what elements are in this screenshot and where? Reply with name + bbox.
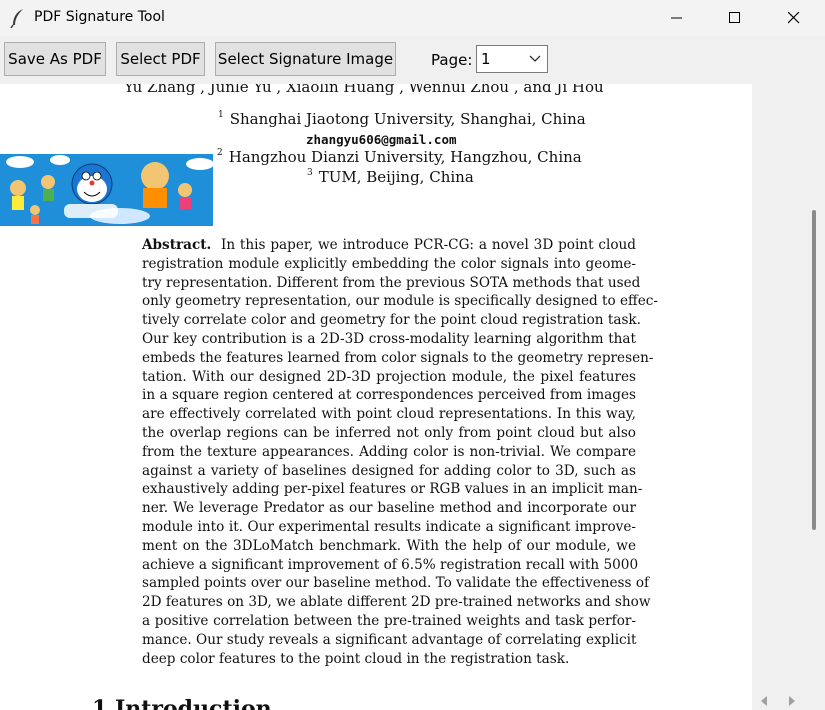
select-signature-image-button[interactable]: Select Signature Image bbox=[215, 42, 396, 76]
toolbar: Save As PDF Select PDF Select Signature … bbox=[0, 36, 825, 82]
abstract-line: ment on the 3DLoMatch benchmark. With th… bbox=[142, 537, 636, 554]
abstract-line: are effectively correlated with point cl… bbox=[142, 406, 636, 423]
abstract-line: deep color features to the point cloud i… bbox=[142, 650, 570, 667]
abstract-line: exhaustively adding per-pixel features o… bbox=[142, 481, 643, 498]
canvas-gutter bbox=[752, 84, 803, 710]
scroll-left-icon[interactable] bbox=[760, 696, 768, 706]
abstract-line: try representation. Different from the p… bbox=[142, 274, 641, 291]
abstract-line: tively correlate color and geometry for … bbox=[142, 312, 641, 329]
abstract-line: in a square region centered at correspon… bbox=[142, 387, 636, 404]
feather-app-icon bbox=[10, 9, 23, 28]
abstract-line: only geometry representation, our module… bbox=[142, 293, 658, 310]
author-email: zhangyu606@gmail.com bbox=[306, 132, 457, 147]
close-button[interactable] bbox=[765, 0, 823, 36]
affiliation-2-text: Hangzhou Dianzi University, Hangzhou, Ch… bbox=[228, 148, 582, 166]
section-heading-introduction: 1 Introduction bbox=[92, 696, 272, 710]
minimize-icon bbox=[671, 17, 682, 19]
affiliation-1-num: 1 bbox=[218, 110, 224, 120]
horizontal-scrollbar[interactable] bbox=[752, 692, 803, 710]
window-title: PDF Signature Tool bbox=[34, 9, 165, 25]
affiliation-1-text: Shanghai Jiaotong University, Shanghai, … bbox=[229, 110, 586, 128]
affiliation-2: 2 Hangzhou Dianzi University, Hangzhou, C… bbox=[217, 148, 582, 166]
maximize-button[interactable] bbox=[706, 0, 764, 36]
abstract-line: tation. With our designed 2D-3D projecti… bbox=[142, 368, 636, 385]
abstract-line: Our key contribution is a 2D-3D cross-mo… bbox=[142, 330, 636, 347]
abstract-line: Abstract. In this paper, we introduce PC… bbox=[142, 236, 636, 255]
abstract-line: 2D features on 3D, we ablate different 2… bbox=[142, 594, 651, 611]
abstract-block: Abstract. In this paper, we introduce PC… bbox=[142, 236, 658, 668]
abstract-heading: Abstract. bbox=[142, 237, 212, 253]
affiliation-3-num: 3 bbox=[307, 168, 313, 178]
save-as-pdf-button[interactable]: Save As PDF bbox=[4, 42, 106, 76]
affiliation-2-num: 2 bbox=[217, 148, 223, 158]
page-select[interactable]: 1 bbox=[476, 45, 548, 73]
signature-image[interactable] bbox=[0, 154, 213, 226]
abstract-line: from the texture appearances. Adding col… bbox=[142, 443, 636, 460]
authors-line: Yu Zhang , Junle Yu , Xiaolin Huang , We… bbox=[124, 84, 604, 96]
abstract-line: achieve a significant improvement of 6.5… bbox=[142, 556, 639, 573]
affiliation-1: 1 Shanghai Jiaotong University, Shanghai,… bbox=[218, 110, 586, 128]
abstract-line: module into it. Our experimental results… bbox=[142, 518, 636, 535]
abstract-line-text: In this paper, we introduce PCR-CG: a no… bbox=[220, 237, 636, 253]
vertical-scrollbar[interactable] bbox=[803, 84, 825, 710]
page-select-value: 1 bbox=[481, 50, 491, 68]
affiliation-3-text: TUM, Beijing, China bbox=[318, 168, 474, 186]
vertical-scrollbar-thumb[interactable] bbox=[812, 210, 816, 530]
pdf-page-view[interactable]: Yu Zhang , Junle Yu , Xiaolin Huang , We… bbox=[0, 84, 752, 710]
scroll-right-icon[interactable] bbox=[788, 696, 796, 706]
title-bar: PDF Signature Tool bbox=[0, 0, 825, 36]
abstract-line: a positive correlation between the pre-t… bbox=[142, 612, 636, 629]
abstract-line: ner. We leverage Predator as our baselin… bbox=[142, 500, 636, 517]
select-pdf-button[interactable]: Select PDF bbox=[116, 42, 205, 76]
abstract-line: registration module explicitly embedding… bbox=[142, 255, 636, 272]
abstract-line: the overlap regions can be inferred not … bbox=[142, 424, 636, 441]
abstract-line: against a variety of baselines designed … bbox=[142, 462, 636, 479]
abstract-line: sampled points over our baseline method.… bbox=[142, 575, 650, 592]
abstract-line: mance. Our study reveals a significant a… bbox=[142, 631, 637, 648]
minimize-button[interactable] bbox=[648, 0, 706, 36]
affiliation-3: 3 TUM, Beijing, China bbox=[307, 168, 474, 186]
maximize-icon bbox=[729, 12, 740, 23]
close-icon bbox=[788, 12, 800, 24]
chevron-down-icon bbox=[529, 55, 541, 62]
page-label: Page: bbox=[431, 51, 473, 69]
abstract-line: embeds the features learned from color s… bbox=[142, 349, 654, 366]
